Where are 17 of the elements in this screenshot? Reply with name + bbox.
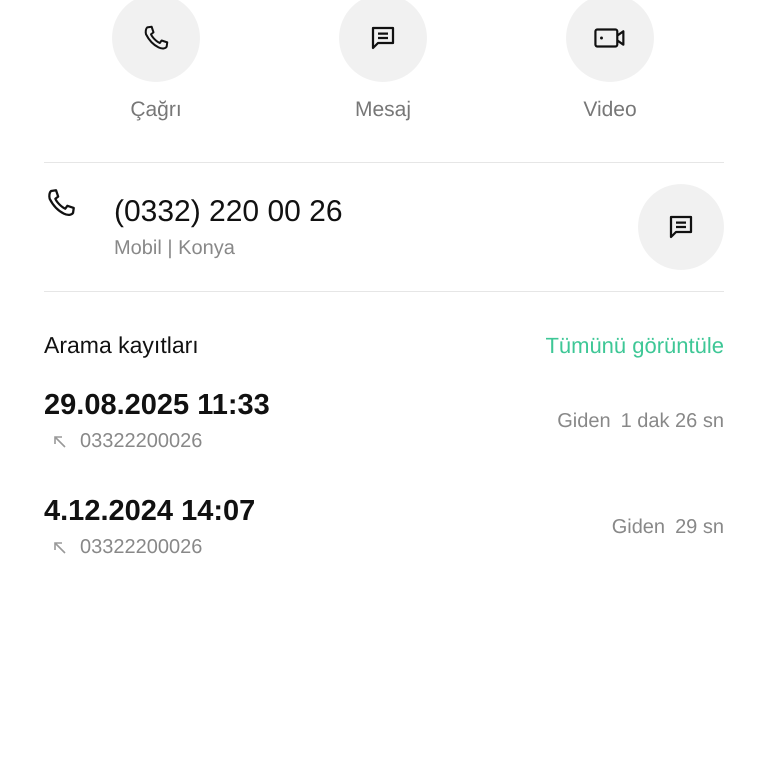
action-label: Video	[583, 98, 637, 122]
call-duration: 29 sn	[675, 516, 724, 538]
call-datetime: 4.12.2024 14:07	[44, 495, 256, 528]
number-type-location: Mobil | Konya	[114, 236, 236, 260]
call-number: 03322200026	[80, 430, 202, 453]
call-number: 03322200026	[80, 536, 202, 559]
call-datetime: 29.08.2025 11:33	[44, 389, 270, 422]
section-title: Arama kayıtları	[44, 332, 199, 359]
call-type: Giden	[557, 410, 611, 432]
view-all-link[interactable]: Tümünü görüntüle	[545, 332, 724, 358]
phone-number: (0332) 220 00 26	[114, 194, 344, 228]
action-label: Mesaj	[354, 98, 412, 122]
action-label: Çağrı	[130, 98, 182, 122]
call-type: Giden	[612, 516, 666, 538]
call-duration: 1 dak 26 sn	[620, 410, 724, 432]
outgoing-arrow-icon	[52, 434, 68, 450]
outgoing-arrow-icon	[52, 540, 68, 556]
